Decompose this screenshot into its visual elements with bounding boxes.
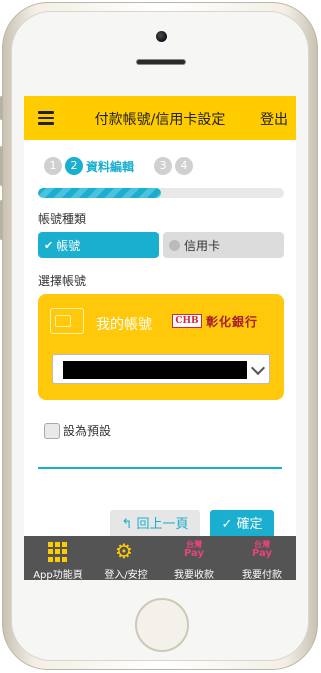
card-title: 我的帳號 — [96, 317, 152, 333]
divider — [38, 467, 282, 469]
mute-switch — [0, 96, 3, 120]
account-type-toggle: ✔ 帳號 信用卡 — [38, 232, 284, 258]
bank-name: 彰化銀行 — [206, 315, 259, 329]
select-account-label: 選擇帳號 — [38, 274, 87, 288]
top-bar: 付款帳號/信用卡設定 登出 — [24, 96, 296, 140]
front-camera — [156, 31, 167, 42]
step-2: 2 — [65, 157, 83, 175]
tab-make-payment[interactable]: 台灣 Pay 我要付款 — [228, 536, 296, 580]
step-4: 4 — [175, 157, 194, 175]
account-type-label: 帳號種類 — [38, 212, 87, 226]
set-default-row[interactable]: 設為預設 — [44, 422, 111, 439]
gear-icon: ⚙ — [115, 539, 133, 563]
set-default-label: 設為預設 — [63, 424, 112, 438]
bank-card-icon — [50, 308, 84, 334]
step-3: 3 — [154, 157, 173, 175]
earpiece-speaker — [136, 59, 186, 65]
step-2-label: 資料編輯 — [86, 159, 135, 174]
account-card: 我的帳號 CHB 彰化銀行 — [38, 294, 284, 400]
volume-down-button — [0, 200, 3, 240]
bottom-tab-bar: App功能頁 ⚙ 登入/安控 台灣 Pay 我要收款 台灣 Pay 我要付款 — [24, 536, 296, 580]
tab-receive-payment[interactable]: 台灣 Pay 我要收款 — [160, 536, 228, 580]
volume-up-button — [0, 146, 3, 186]
checkmark-icon: ✔ — [44, 238, 54, 252]
step-1: 1 — [44, 157, 62, 175]
grid-icon — [48, 542, 68, 562]
masked-account-number — [63, 361, 247, 379]
progress-bar — [38, 188, 284, 198]
tab-label: 我要收款 — [174, 570, 214, 580]
set-default-checkbox[interactable] — [44, 422, 60, 439]
tab-label: App功能頁 — [33, 570, 83, 580]
page-title: 付款帳號/信用卡設定 — [94, 112, 226, 128]
account-type-option-label: 帳號 — [56, 238, 81, 253]
step-indicator: 1 2 資料編輯 3 4 — [44, 156, 196, 176]
tab-label: 登入/安控 — [104, 570, 148, 580]
taiwan-pay-icon: 台灣 Pay — [251, 540, 273, 559]
radio-icon — [169, 239, 180, 251]
taiwan-pay-icon: 台灣 Pay — [183, 540, 205, 559]
account-type-option-credit-card[interactable]: 信用卡 — [163, 232, 284, 258]
account-type-option-label: 信用卡 — [184, 238, 221, 253]
chevron-down-icon — [250, 360, 266, 376]
tab-label: 我要付款 — [242, 570, 282, 580]
app-screen: 付款帳號/信用卡設定 登出 1 2 資料編輯 3 4 帳號種類 ✔ 帳號 信用卡… — [24, 96, 296, 580]
tab-login-security[interactable]: ⚙ 登入/安控 — [92, 536, 160, 580]
account-type-option-account[interactable]: ✔ 帳號 — [38, 232, 159, 258]
home-button[interactable] — [135, 598, 189, 652]
progress-fill — [38, 188, 161, 198]
tab-app-functions[interactable]: App功能頁 — [24, 536, 92, 580]
logout-button[interactable]: 登出 — [260, 109, 288, 129]
account-dropdown[interactable] — [52, 354, 270, 384]
bank-logo: CHB — [172, 314, 202, 328]
